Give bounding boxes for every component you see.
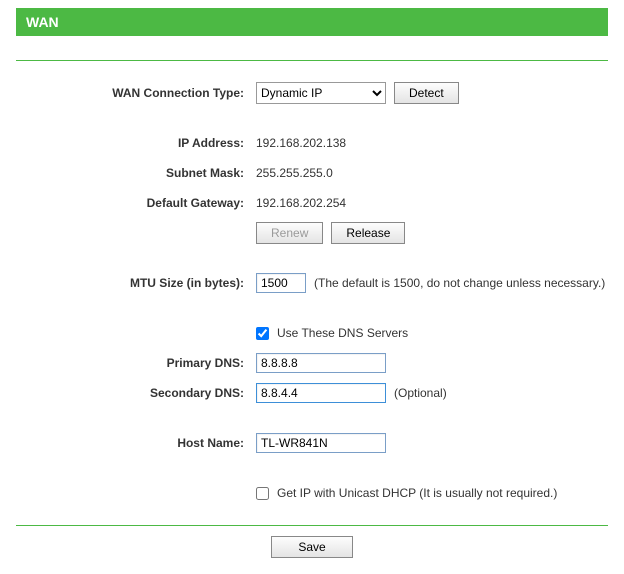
save-button[interactable]: Save	[271, 536, 352, 558]
label-ip-address: IP Address:	[16, 136, 256, 150]
connection-type-select[interactable]: Dynamic IP	[256, 82, 386, 104]
mtu-input[interactable]	[256, 273, 306, 293]
value-default-gateway: 192.168.202.254	[256, 196, 346, 210]
row-primary-dns: Primary DNS:	[16, 351, 608, 375]
mtu-hint: (The default is 1500, do not change unle…	[314, 276, 605, 290]
row-ip-address: IP Address: 192.168.202.138	[16, 131, 608, 155]
renew-button[interactable]: Renew	[256, 222, 323, 244]
release-button[interactable]: Release	[331, 222, 405, 244]
row-mtu: MTU Size (in bytes): (The default is 150…	[16, 271, 608, 295]
unicast-dhcp-checkbox[interactable]	[256, 487, 269, 500]
secondary-dns-input[interactable]	[256, 383, 386, 403]
label-subnet-mask: Subnet Mask:	[16, 166, 256, 180]
value-ip-address: 192.168.202.138	[256, 136, 346, 150]
host-name-input[interactable]	[256, 433, 386, 453]
label-host-name: Host Name:	[16, 436, 256, 450]
row-host-name: Host Name:	[16, 431, 608, 455]
row-default-gateway: Default Gateway: 192.168.202.254	[16, 191, 608, 215]
label-mtu: MTU Size (in bytes):	[16, 276, 256, 290]
unicast-dhcp-label: Get IP with Unicast DHCP (It is usually …	[277, 486, 557, 500]
row-use-dns: Use These DNS Servers	[16, 321, 608, 345]
use-dns-checkbox[interactable]	[256, 327, 269, 340]
page-title: WAN	[16, 8, 608, 36]
primary-dns-input[interactable]	[256, 353, 386, 373]
label-default-gateway: Default Gateway:	[16, 196, 256, 210]
row-connection-type: WAN Connection Type: Dynamic IP Detect	[16, 81, 608, 105]
row-secondary-dns: Secondary DNS: (Optional)	[16, 381, 608, 405]
row-renew-release: Renew Release	[16, 221, 608, 245]
use-dns-label: Use These DNS Servers	[277, 326, 408, 340]
label-primary-dns: Primary DNS:	[16, 356, 256, 370]
label-connection-type: WAN Connection Type:	[16, 86, 256, 100]
row-subnet-mask: Subnet Mask: 255.255.255.0	[16, 161, 608, 185]
label-secondary-dns: Secondary DNS:	[16, 386, 256, 400]
secondary-dns-hint: (Optional)	[394, 386, 447, 400]
value-subnet-mask: 255.255.255.0	[256, 166, 333, 180]
row-unicast-dhcp: Get IP with Unicast DHCP (It is usually …	[16, 481, 608, 505]
row-save: Save	[16, 526, 608, 574]
detect-button[interactable]: Detect	[394, 82, 459, 104]
